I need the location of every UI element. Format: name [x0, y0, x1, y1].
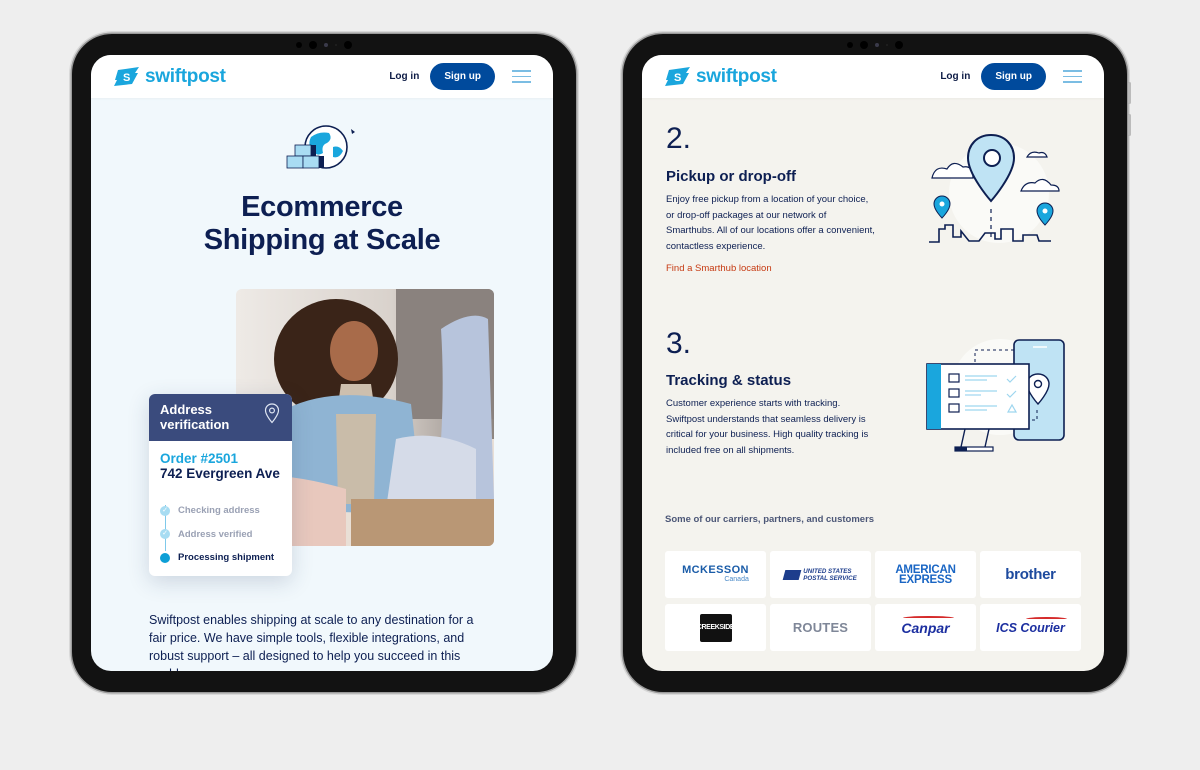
feature-text: Enjoy free pickup from a location of you… — [666, 194, 875, 252]
partners-label: Some of our carriers, partners, and cust… — [665, 514, 875, 525]
step-processing-shipment: Processing shipment — [160, 546, 281, 570]
partner-logo-subtext: Canada — [724, 575, 749, 583]
partner-logo-usps: UNITED STATES POSTAL SERVICE — [770, 551, 871, 598]
brand-logo[interactable]: S swiftpost — [114, 66, 226, 88]
partner-logo-text: ROUTES — [792, 620, 849, 635]
usps-eagle-icon — [782, 569, 802, 580]
check-icon: ✓ — [160, 529, 170, 540]
partner-logo-subtext: POSTAL SERVICE — [803, 574, 857, 582]
location-pin-icon — [264, 403, 280, 424]
feature-title: Tracking & status — [666, 372, 792, 389]
signup-button[interactable]: Sign up — [981, 63, 1046, 90]
screen-right: S swiftpost Log in Sign up 2. Pickup or … — [642, 55, 1104, 671]
partner-logo-text: MCKESSON — [682, 563, 749, 576]
hero-title-line-2: Shipping at Scale — [203, 224, 441, 256]
partner-logo-brother: brother — [980, 551, 1081, 598]
navbar: S swiftpost Log in Sign up — [91, 55, 553, 98]
step-label: Checking address — [178, 505, 260, 517]
partner-logo-ics-courier: ICS Courier — [980, 604, 1081, 651]
step-label: Processing shipment — [178, 552, 275, 564]
svg-text:S: S — [123, 72, 130, 84]
check-icon: ✓ — [160, 505, 170, 516]
brand-name: swiftpost — [145, 65, 226, 87]
order-address: 742 Evergreen Ave — [160, 466, 280, 481]
step-address-verified: ✓ Address verified — [160, 523, 281, 547]
intro-paragraph: Swiftpost enables shipping at scale to a… — [149, 613, 474, 671]
hero-title: Ecommerce Shipping at Scale — [91, 191, 553, 257]
partner-logo-subtext: EXPRESS — [899, 573, 952, 586]
partner-logo-canpar: Canpar — [875, 604, 976, 651]
login-link[interactable]: Log in — [389, 71, 419, 82]
login-link[interactable]: Log in — [940, 71, 970, 82]
stage: S swiftpost Log in Sign up Ecommerce Shi… — [0, 0, 1200, 770]
find-smarthub-link[interactable]: Find a Smarthub location — [666, 263, 772, 274]
address-card-header: Address verification — [149, 394, 292, 441]
address-card-title-line-1: Address — [160, 402, 213, 417]
monitor-phone-tracking-icon — [926, 339, 1065, 452]
feature-title: Pickup or drop-off — [666, 168, 796, 185]
tablet-right: S swiftpost Log in Sign up 2. Pickup or … — [623, 34, 1131, 692]
hamburger-icon[interactable] — [512, 70, 531, 83]
screen-left: S swiftpost Log in Sign up Ecommerce Shi… — [91, 55, 553, 671]
step-label: Address verified — [178, 528, 253, 540]
partner-logo-mckesson: MCKESSON Canada — [665, 551, 766, 598]
address-card-title-line-2: verification — [160, 417, 230, 432]
tablet-left: S swiftpost Log in Sign up Ecommerce Shi… — [72, 34, 576, 692]
camera-bar — [296, 41, 352, 49]
partner-logo-text: UNITED STATES — [803, 567, 852, 575]
brand-logo[interactable]: S swiftpost — [665, 66, 777, 88]
hero-title-line-1: Ecommerce — [241, 191, 403, 223]
address-verification-card: Address verification Order #2501 742 Eve… — [149, 394, 292, 576]
side-button — [1128, 82, 1131, 104]
partner-logo-creekside: CREEKSIDE — [665, 604, 766, 651]
swiftpost-logo-icon: S — [114, 67, 139, 86]
city-map-pins-icon — [929, 133, 1060, 243]
verification-steps: ✓ Checking address ✓ Address verified Proc… — [160, 499, 281, 570]
partner-logo-text: ICS Courier — [996, 616, 1067, 635]
feature-number: 3. — [666, 327, 692, 360]
partner-logo-routes: ROUTES — [770, 604, 871, 651]
active-dot-icon — [160, 552, 170, 563]
feature-number: 2. — [666, 122, 692, 155]
partner-logo-text: Canpar — [901, 615, 954, 636]
feature-text: Customer experience starts with tracking… — [666, 398, 869, 456]
signup-button[interactable]: Sign up — [430, 63, 495, 90]
camera-bar — [847, 41, 903, 49]
hamburger-icon[interactable] — [1063, 70, 1082, 83]
step-checking-address: ✓ Checking address — [160, 499, 281, 523]
side-button — [1128, 114, 1131, 136]
partner-logos-grid: MCKESSON Canada UNITED STATES POSTAL SERVI… — [665, 551, 1081, 651]
navbar: S swiftpost Log in Sign up — [642, 55, 1104, 98]
globe-boxes-icon — [286, 125, 355, 169]
svg-text:S: S — [674, 72, 681, 84]
partner-logo-text: CREEKSIDE — [697, 613, 735, 642]
swiftpost-logo-icon: S — [665, 67, 690, 86]
order-number: Order #2501 — [160, 451, 239, 466]
partner-logo-text: AMERICAN — [895, 563, 956, 576]
brand-name: swiftpost — [696, 65, 777, 87]
partner-logo-text: brother — [1005, 566, 1056, 583]
partner-logo-amex: AMERICAN EXPRESS — [875, 551, 976, 598]
